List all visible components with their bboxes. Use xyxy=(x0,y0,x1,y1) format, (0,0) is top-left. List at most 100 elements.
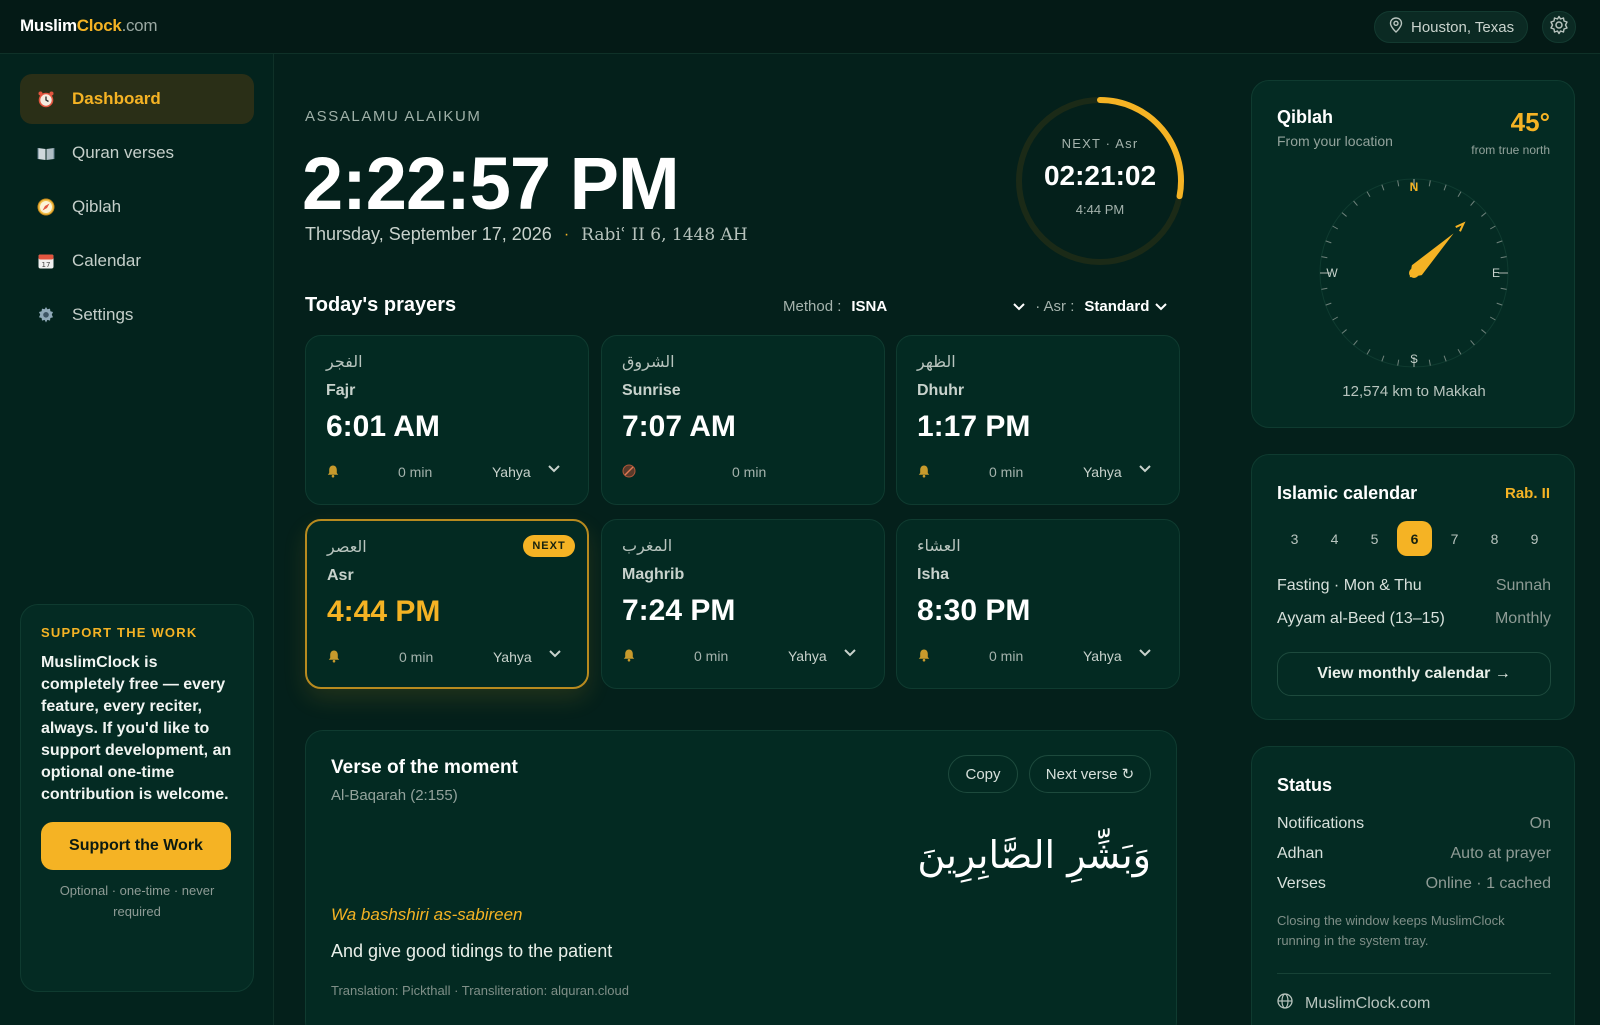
calendar-day[interactable]: 7 xyxy=(1437,521,1472,556)
method-value[interactable]: ISNA xyxy=(851,298,887,315)
date-separator: · xyxy=(563,225,570,243)
calendar-day[interactable]: 4 xyxy=(1317,521,1352,556)
copy-button[interactable]: Copy xyxy=(948,755,1018,793)
location-button[interactable]: Houston, Texas xyxy=(1374,11,1528,43)
view-monthly-calendar-button[interactable]: View monthly calendar → xyxy=(1277,652,1551,696)
status-row-notifications: Notifications On xyxy=(1277,815,1551,832)
countdown-prayer-time: 4:44 PM xyxy=(1075,202,1125,217)
reciter-select[interactable]: Yahya xyxy=(493,649,532,665)
support-text: MuslimClock is completely free — every f… xyxy=(41,654,232,803)
calendar-month: Rab. II xyxy=(1504,485,1550,502)
compass-tick xyxy=(1353,200,1358,206)
prayer-offset[interactable]: 0 min xyxy=(694,648,728,664)
sidebar-item-calendar[interactable]: 17 Calendar xyxy=(20,236,254,286)
verse-arabic: وَبَشِّرِ الصَّابِرِينَ xyxy=(917,833,1151,877)
chevron-down-icon[interactable] xyxy=(1139,462,1151,476)
prayer-card-sunrise[interactable]: الشروق Sunrise 7:07 AM 0 min xyxy=(601,335,885,505)
map-pin-icon xyxy=(1389,17,1403,37)
calendar-day[interactable]: 5 xyxy=(1357,521,1392,556)
reciter-select[interactable]: Yahya xyxy=(788,648,827,664)
asr-value[interactable]: Standard xyxy=(1084,298,1149,315)
alarm-clock-icon xyxy=(36,89,56,109)
prayer-arabic-name: العشاء xyxy=(917,536,961,555)
chevron-down-icon[interactable] xyxy=(1013,298,1025,315)
countdown-label: NEXT · Asr xyxy=(1061,136,1139,151)
prayer-time: 8:30 PM xyxy=(917,594,1031,627)
settings-gear-button[interactable] xyxy=(1542,11,1576,43)
support-button[interactable]: Support the Work xyxy=(41,822,231,870)
countdown-remaining: 02:21:02 xyxy=(1043,160,1157,191)
prayer-offset[interactable]: 0 min xyxy=(399,649,433,665)
next-verse-button[interactable]: Next verse ↻ xyxy=(1029,755,1151,793)
compass-tick xyxy=(1332,316,1339,321)
calendar-title: Islamic calendar xyxy=(1277,483,1418,503)
reciter-select[interactable]: Yahya xyxy=(1083,464,1122,480)
compass-icon xyxy=(36,197,56,217)
prayer-offset[interactable]: 0 min xyxy=(732,464,766,480)
qiblah-degrees-note: from true north xyxy=(1471,143,1550,157)
website-link[interactable]: MuslimClock.com xyxy=(1277,993,1430,1014)
prayer-card-asr[interactable]: العصر Asr 4:44 PM 0 min Yahya NEXT xyxy=(305,519,589,689)
chevron-down-icon[interactable] xyxy=(548,462,560,476)
brand-logo[interactable]: MuslimClock.com xyxy=(20,16,158,36)
calendar-day[interactable]: 3 xyxy=(1277,521,1312,556)
book-icon xyxy=(36,143,56,163)
compass-tick xyxy=(1381,355,1385,362)
compass-tick xyxy=(1332,225,1339,230)
gregorian-date: Thursday, September 17, 2026 xyxy=(305,224,552,244)
current-time: 2:22:57 PM xyxy=(302,142,680,225)
prayer-offset[interactable]: 0 min xyxy=(398,464,432,480)
bell-icon[interactable] xyxy=(917,464,931,481)
website-label: MuslimClock.com xyxy=(1305,994,1431,1012)
chevron-down-icon[interactable] xyxy=(549,647,561,661)
gear-icon xyxy=(36,305,56,325)
right-panel: Qiblah From your location 45° from true … xyxy=(1228,54,1600,1025)
prayer-name: Maghrib xyxy=(622,566,685,583)
asr-label: · Asr : xyxy=(1035,298,1075,315)
status-card: Status Notifications On Adhan Auto at pr… xyxy=(1251,746,1575,1025)
sidebar-item-label: Dashboard xyxy=(72,89,161,108)
prayer-offset[interactable]: 0 min xyxy=(989,464,1023,480)
compass-tick xyxy=(1341,212,1347,217)
compass-tick xyxy=(1353,340,1358,346)
prayer-arabic-name: الظهر xyxy=(917,352,956,371)
compass-tick xyxy=(1443,355,1447,362)
bell-icon[interactable] xyxy=(622,648,636,665)
compass-tick xyxy=(1366,348,1371,355)
countdown: NEXT · Asr 02:21:02 4:44 PM xyxy=(1011,92,1189,270)
sidebar-item-quran-verses[interactable]: Quran verses xyxy=(20,128,254,178)
prayer-card-maghrib[interactable]: المغرب Maghrib 7:24 PM 0 min Yahya xyxy=(601,519,885,689)
prayer-card-isha[interactable]: العشاء Isha 8:30 PM 0 min Yahya xyxy=(896,519,1180,689)
calendar-day[interactable]: 6 xyxy=(1397,521,1432,556)
prayer-card-fajr[interactable]: الفجر Fajr 6:01 AM 0 min Yahya xyxy=(305,335,589,505)
prayer-arabic-name: الفجر xyxy=(326,352,363,371)
compass-tick xyxy=(1325,240,1332,244)
compass-tick xyxy=(1481,329,1487,334)
status-row-adhan: Adhan Auto at prayer xyxy=(1277,845,1551,862)
support-note: Optional · one-time · never required xyxy=(59,883,215,919)
chevron-down-icon[interactable] xyxy=(1139,646,1151,660)
verse-reference: Al-Baqarah (2:155) xyxy=(331,787,458,804)
prayer-arabic-name: المغرب xyxy=(622,536,673,555)
bell-icon[interactable] xyxy=(917,648,931,665)
chevron-down-icon[interactable] xyxy=(844,646,856,660)
bell-icon[interactable] xyxy=(326,464,340,481)
location-label: Houston, Texas xyxy=(1411,18,1515,36)
greeting: ASSALAMU ALAIKUM xyxy=(305,108,482,125)
prayer-offset[interactable]: 0 min xyxy=(989,648,1023,664)
reciter-select[interactable]: Yahya xyxy=(1083,648,1122,664)
calendar-day[interactable]: 8 xyxy=(1477,521,1512,556)
compass-north-label: N xyxy=(1410,180,1419,194)
prayer-card-dhuhr[interactable]: الظهر Dhuhr 1:17 PM 0 min Yahya xyxy=(896,335,1180,505)
bell-icon[interactable] xyxy=(327,649,341,666)
calendar-day[interactable]: 9 xyxy=(1517,521,1552,556)
status-divider xyxy=(1277,973,1551,974)
sidebar-item-settings[interactable]: Settings xyxy=(20,290,254,340)
chevron-down-icon[interactable] xyxy=(1155,298,1168,315)
reciter-select[interactable]: Yahya xyxy=(492,464,531,480)
sidebar-item-dashboard[interactable]: Dashboard xyxy=(20,74,254,124)
bell-muted-icon[interactable] xyxy=(622,464,636,481)
compass-tick xyxy=(1428,359,1431,366)
sidebar-item-qiblah[interactable]: Qiblah xyxy=(20,182,254,232)
compass-tick xyxy=(1489,316,1496,321)
